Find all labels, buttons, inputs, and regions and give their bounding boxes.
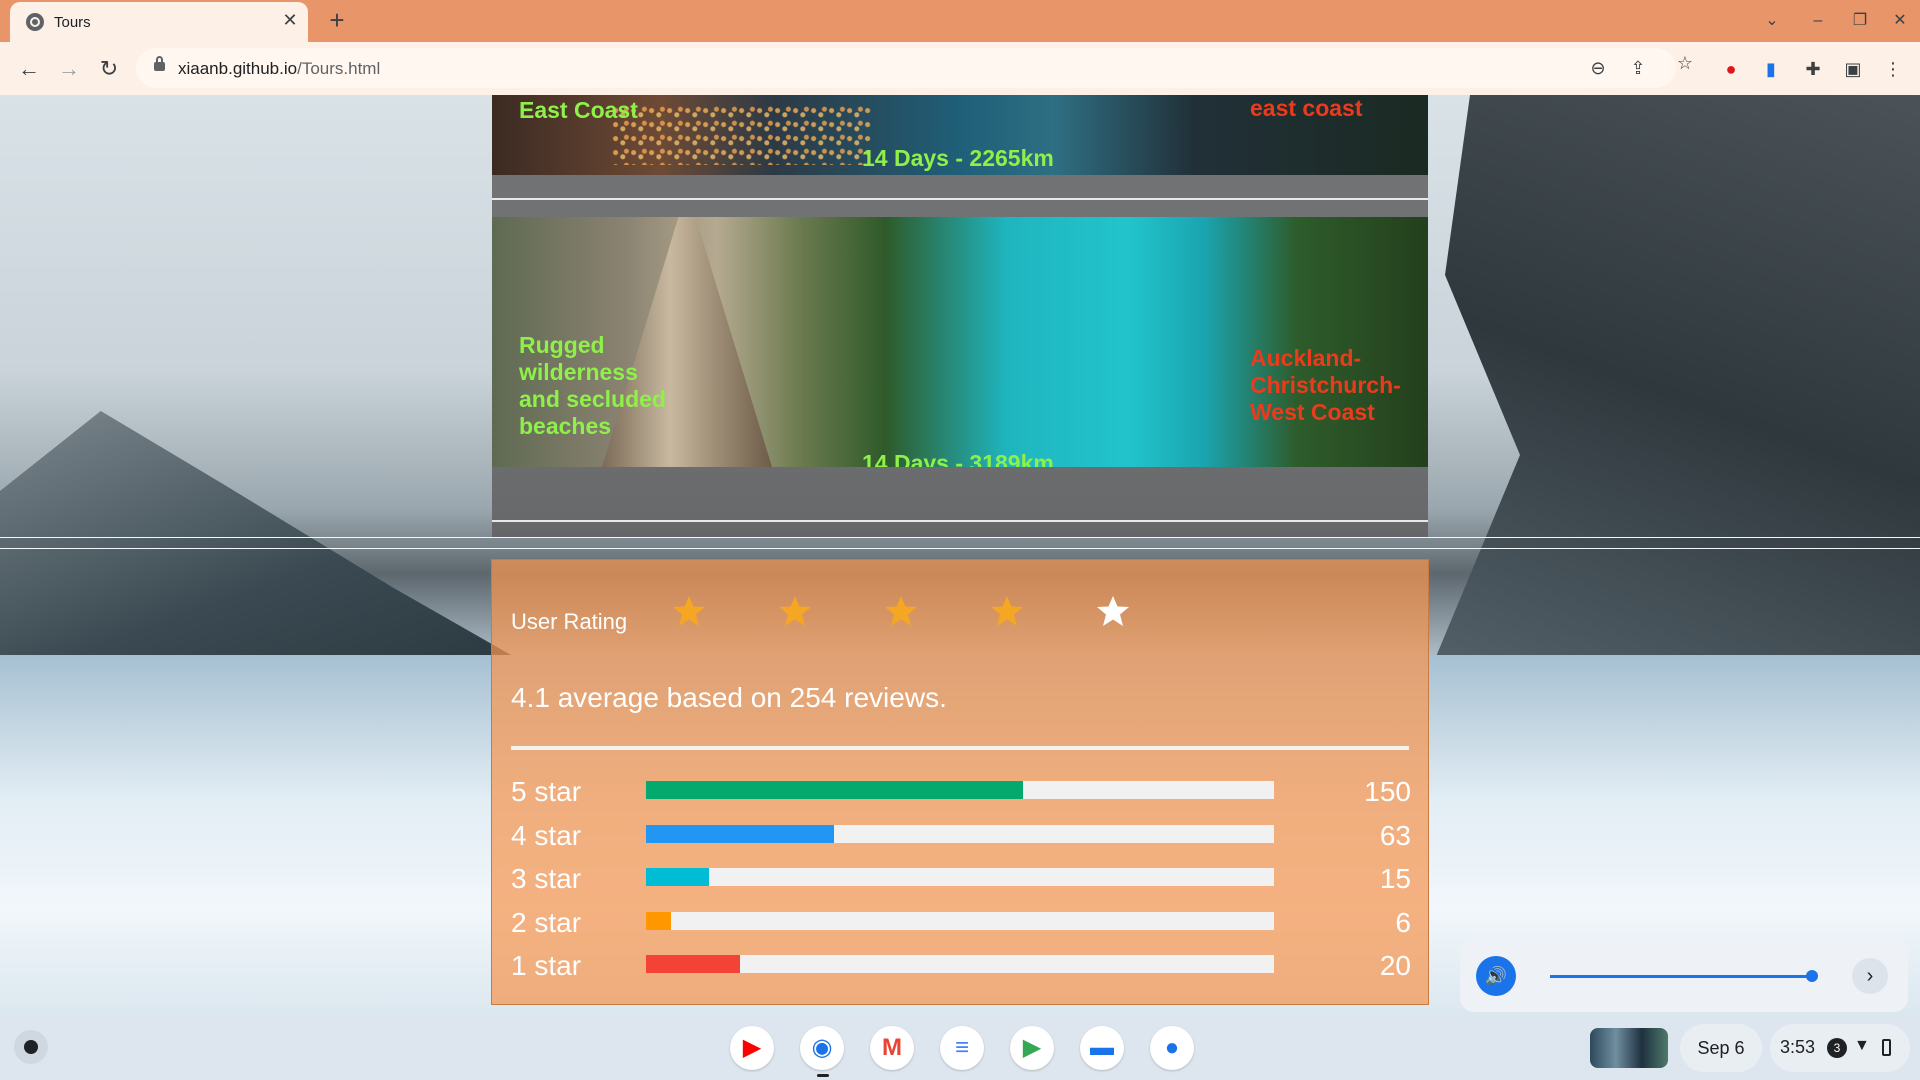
rating-summary: 4.1 average based on 254 reviews.: [511, 682, 947, 713]
rating-row-count: 6: [1395, 906, 1411, 938]
browser-toolbar: ← → ↻ xiaanb.github.io/Tours.html ⊖ ⇪ ☆ …: [0, 42, 1920, 95]
taskbar: ▶ ◉ M ≡ ▶ ▬ ● Sep 6 3:53 3 ▼: [0, 1016, 1920, 1080]
rating-row-count: 20: [1379, 950, 1411, 981]
date-display[interactable]: Sep 6: [1680, 1024, 1762, 1072]
page-viewport: East Coast 14 Days - 2265km east coast R…: [0, 95, 1920, 1016]
tab-title: Tours: [54, 14, 91, 31]
rating-row: 4 star 63: [511, 820, 1411, 856]
launcher-button[interactable]: [14, 1030, 48, 1064]
user-rating-panel: User Rating 4.1 average based on 254 rev…: [491, 559, 1429, 1005]
section-divider: [0, 537, 1920, 538]
rating-bar-track: [646, 824, 1274, 843]
rating-row: 1 star 20: [511, 950, 1411, 986]
close-tab-icon[interactable]: ✕: [280, 10, 300, 30]
minimize-button[interactable]: –: [1806, 10, 1830, 32]
url-text[interactable]: xiaanb.github.io/Tours.html: [178, 59, 380, 79]
rating-row-label: 2 star: [511, 906, 582, 938]
lock-icon[interactable]: [154, 56, 165, 71]
rating-row-label: 1 star: [511, 950, 582, 981]
opera-icon[interactable]: ●: [1718, 56, 1744, 82]
files-icon[interactable]: ▬: [1080, 1026, 1124, 1070]
star-filled-icon: [673, 596, 705, 626]
tour-route: east coast: [1250, 95, 1363, 121]
active-app-indicator: [817, 1074, 829, 1077]
screen-capture-thumbnail[interactable]: [1590, 1028, 1668, 1068]
restore-button[interactable]: ❐: [1848, 10, 1872, 32]
puzzle-extensions-icon[interactable]: ✚: [1800, 56, 1826, 82]
tour-divider: [492, 198, 1428, 200]
menu-kebab-icon[interactable]: ⋮: [1880, 56, 1906, 82]
rating-row-label: 5 star: [511, 776, 582, 807]
rating-row: 5 star 150: [511, 776, 1411, 812]
gmail-icon[interactable]: M: [870, 1026, 914, 1070]
tab-search-icon[interactable]: ⌄: [1760, 10, 1784, 32]
battery-icon: [1882, 1039, 1891, 1056]
rating-bar-track: [646, 955, 1274, 973]
rating-heading: User Rating: [511, 609, 628, 634]
rating-row: 3 star 15: [511, 863, 1411, 899]
status-area[interactable]: 3:53 3 ▼: [1770, 1024, 1910, 1072]
rating-bar-track: [646, 868, 1274, 886]
youtube-icon[interactable]: ▶: [730, 1026, 774, 1070]
trello-icon[interactable]: ▮: [1758, 56, 1784, 82]
rating-bar-track: [646, 911, 1274, 930]
rating-bar-fill: [646, 955, 741, 973]
star-filled-icon: [885, 596, 917, 626]
volume-slider-handle[interactable]: [1806, 970, 1818, 982]
section-divider: [0, 548, 1920, 549]
new-tab-button[interactable]: +: [324, 7, 350, 34]
tour-list: East Coast 14 Days - 2265km east coast R…: [492, 95, 1428, 538]
tour-duration: 14 Days - 3189km: [862, 450, 1054, 467]
rating-row-label: 4 star: [511, 819, 582, 851]
back-button[interactable]: ←: [14, 54, 44, 84]
messages-icon[interactable]: ●: [1150, 1026, 1194, 1070]
wifi-icon: ▼: [1854, 1037, 1870, 1054]
tour-tagline: East Coast: [519, 97, 638, 123]
tour-divider: [492, 520, 1428, 522]
chrome-icon[interactable]: ◉: [800, 1026, 844, 1070]
tour-tagline: Rugged wilderness and secluded beaches: [519, 332, 666, 439]
tour-duration: 14 Days - 2265km: [862, 145, 1054, 171]
rating-bar-track: [646, 781, 1274, 799]
rating-bar-fill: [646, 911, 672, 930]
bookmark-star-icon[interactable]: ☆: [1672, 50, 1698, 76]
share-icon[interactable]: ⇪: [1626, 56, 1650, 80]
tour-card-west-coast[interactable]: Rugged wilderness and secluded beaches 1…: [492, 217, 1428, 467]
url-domain: xiaanb.github.io: [178, 59, 298, 78]
speaker-icon[interactable]: 🔊: [1476, 956, 1516, 996]
tab-tours[interactable]: Tours ✕: [10, 2, 308, 42]
background-mountain-right: [1420, 95, 1920, 695]
rating-bar-fill: [646, 781, 1023, 799]
rating-divider: [511, 746, 1409, 750]
docs-icon[interactable]: ≡: [940, 1026, 984, 1070]
star-empty-icon: [1097, 596, 1129, 626]
rating-row: 2 star 6: [511, 907, 1411, 943]
volume-popup: 🔊 ›: [1460, 940, 1908, 1012]
rating-row-count: 63: [1379, 819, 1411, 851]
chevron-right-icon[interactable]: ›: [1852, 958, 1888, 994]
play-store-icon[interactable]: ▶: [1010, 1026, 1054, 1070]
side-panel-icon[interactable]: ▣: [1840, 56, 1866, 82]
rating-bar-fill: [646, 824, 835, 843]
tour-card-east-coast[interactable]: East Coast 14 Days - 2265km east coast: [492, 95, 1428, 175]
clock: 3:53: [1780, 1037, 1816, 1057]
rating-bar-fill: [646, 868, 709, 886]
zoom-icon[interactable]: ⊖: [1586, 56, 1610, 80]
address-bar[interactable]: xiaanb.github.io/Tours.html ⊖ ⇪: [136, 48, 1676, 88]
url-path: /Tours.html: [297, 59, 381, 78]
rating-row-count: 15: [1379, 863, 1411, 894]
rating-row-count: 150: [1364, 776, 1411, 807]
volume-slider[interactable]: [1550, 975, 1812, 978]
globe-icon: [26, 13, 44, 31]
close-window-button[interactable]: ✕: [1888, 10, 1912, 32]
star-filled-icon: [779, 596, 811, 626]
tab-strip: Tours ✕ + ⌄ – ❐ ✕: [0, 0, 1920, 42]
notification-badge: 3: [1827, 1038, 1847, 1058]
rating-row-label: 3 star: [511, 863, 582, 894]
star-filled-icon: [991, 596, 1023, 626]
forward-button[interactable]: →: [54, 54, 84, 84]
tour-route: Auckland-Christchurch-West Coast: [1250, 345, 1401, 425]
reload-button[interactable]: ↻: [94, 54, 124, 84]
